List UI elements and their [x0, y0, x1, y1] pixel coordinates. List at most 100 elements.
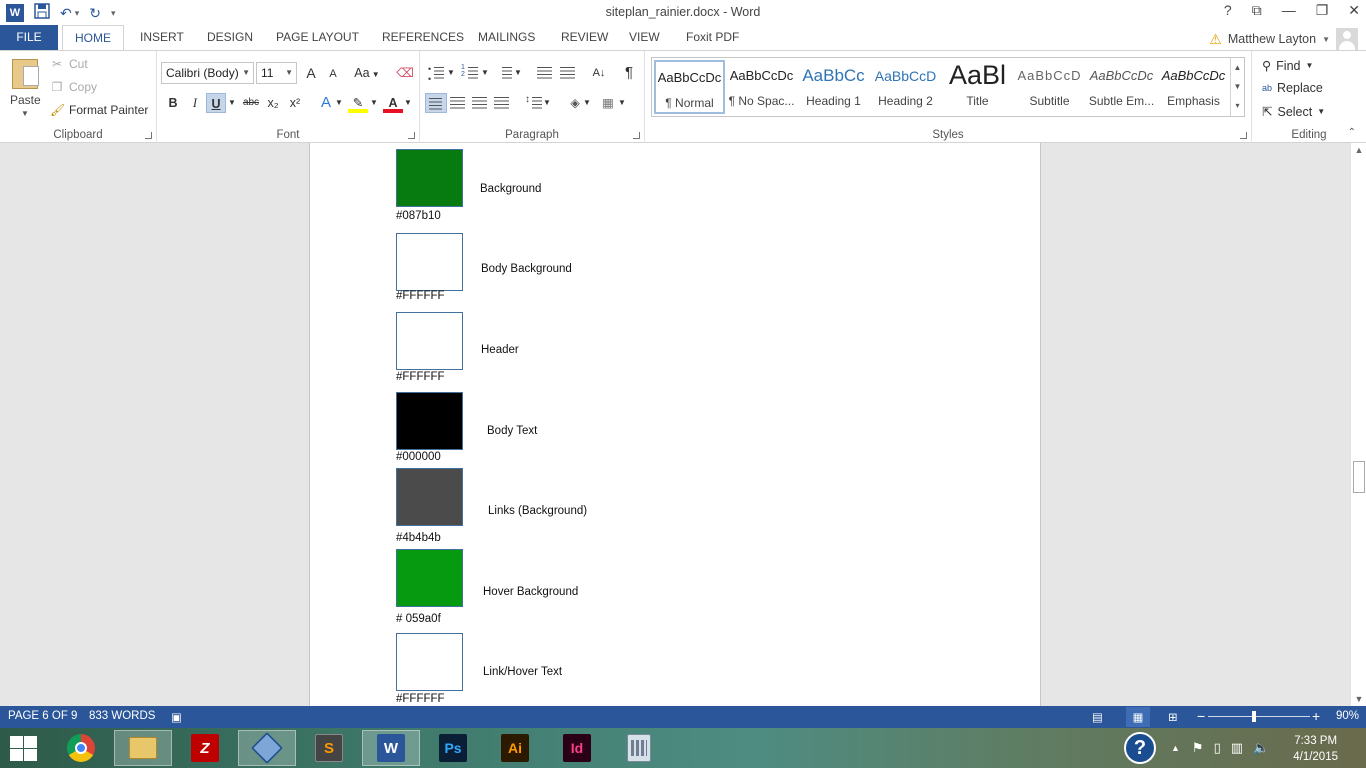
align-right-icon[interactable] [469, 93, 491, 113]
zoom-level[interactable]: 90% [1336, 710, 1359, 722]
minimize-button[interactable]: — [1282, 2, 1296, 19]
cut-button[interactable]: ✂ Cut [50, 57, 88, 71]
replace-button[interactable]: ab Replace [1262, 81, 1323, 95]
network-icon[interactable]: ▥ [1231, 740, 1243, 756]
change-case-button[interactable]: Aa ▼ [353, 63, 381, 83]
chevron-down-icon[interactable]: ▼ [617, 93, 627, 113]
file-explorer-icon[interactable] [114, 730, 172, 766]
tab-foxit-pdf[interactable]: Foxit PDF [686, 25, 739, 50]
sublime-text-icon[interactable]: S [300, 730, 358, 766]
illustrator-icon[interactable]: Ai [486, 730, 544, 766]
paste-dropdown-icon[interactable]: ▼ [21, 109, 29, 118]
calculator-icon[interactable] [610, 730, 668, 766]
grow-font-button[interactable]: A [301, 63, 321, 83]
word-count[interactable]: 833 WORDS [89, 710, 155, 722]
paste-button[interactable]: Paste [10, 93, 41, 107]
print-layout-icon[interactable]: ▦ [1126, 707, 1150, 727]
font-color-button[interactable]: A [383, 93, 403, 113]
collapse-ribbon-icon[interactable]: ⌃ [1348, 127, 1356, 138]
select-button[interactable]: ⇱ Select ▼ [1262, 104, 1325, 120]
style-title[interactable]: AaBl Title [942, 60, 1013, 114]
web-layout-icon[interactable]: ⊞ [1168, 710, 1178, 724]
chevron-down-icon[interactable]: ▼ [542, 93, 552, 113]
scroll-up-icon[interactable]: ▲ [1351, 145, 1366, 155]
strikethrough-button[interactable]: abc [241, 93, 261, 113]
italic-button[interactable]: I [185, 93, 205, 113]
tab-references[interactable]: REFERENCES [382, 25, 464, 50]
scrollbar-thumb[interactable] [1353, 461, 1365, 493]
find-button[interactable]: ⚲ Find ▼ [1262, 58, 1313, 74]
user-account[interactable]: ⚠ Matthew Layton ▼ [1209, 28, 1358, 50]
scroll-down-icon[interactable]: ▼ [1351, 694, 1366, 704]
bold-button[interactable]: B [163, 93, 183, 113]
format-painter-button[interactable]: 🖌 Format Painter [50, 103, 148, 117]
tab-insert[interactable]: INSERT [140, 25, 184, 50]
zoom-slider[interactable] [1208, 716, 1310, 717]
volume-icon[interactable]: 🔈 [1253, 740, 1269, 756]
font-size-dropdown[interactable]: 11 ▼ [256, 62, 297, 84]
maximize-button[interactable]: ❐ [1316, 2, 1329, 19]
read-mode-icon[interactable]: ▤ [1092, 710, 1103, 724]
help-button[interactable]: ? [1224, 2, 1232, 19]
chevron-down-icon[interactable]: ▼ [446, 63, 456, 83]
page-count[interactable]: PAGE 6 OF 9 [8, 710, 77, 722]
sort-icon[interactable]: A↓ [589, 63, 609, 83]
text-effects-button[interactable]: A [316, 93, 336, 113]
indesign-icon[interactable]: Id [548, 730, 606, 766]
justify-icon[interactable] [491, 93, 513, 113]
document-page[interactable]: Background #087b10 Body Background #FFFF… [309, 143, 1041, 706]
clock[interactable]: 7:33 PM 4/1/2015 [1293, 733, 1338, 765]
zoom-slider-thumb[interactable] [1252, 711, 1256, 722]
paragraph-launcher-icon[interactable] [633, 132, 640, 139]
windows-start-icon[interactable] [8, 734, 38, 762]
tab-view[interactable]: VIEW [629, 25, 660, 50]
clipboard-launcher-icon[interactable] [145, 132, 152, 139]
decrease-indent-icon[interactable] [534, 63, 556, 83]
photoshop-icon[interactable]: Ps [424, 730, 482, 766]
chevron-down-icon[interactable]: ▼ [582, 93, 592, 113]
power-icon[interactable]: ▯ [1214, 740, 1221, 756]
chevron-down-icon[interactable]: ▼ [1231, 77, 1244, 96]
tab-review[interactable]: REVIEW [561, 25, 608, 50]
style-subtle-emphasis[interactable]: AaBbCcDc Subtle Em... [1086, 60, 1157, 114]
style-heading-1[interactable]: AaBbCc Heading 1 [798, 60, 869, 114]
show-formatting-button[interactable]: ¶ [619, 63, 639, 83]
chevron-down-icon[interactable]: ▼ [334, 93, 344, 113]
style-normal[interactable]: AaBbCcDc ¶ Normal [654, 60, 725, 114]
tab-page-layout[interactable]: PAGE LAYOUT [276, 25, 359, 50]
highlight-icon[interactable]: ✎ [348, 93, 368, 113]
chevron-down-icon[interactable]: ▼ [513, 63, 523, 83]
word-icon[interactable]: W [362, 730, 420, 766]
tab-home[interactable]: HOME [62, 25, 124, 51]
chrome-icon[interactable] [52, 730, 110, 766]
vertical-scrollbar[interactable]: ▲ ▼ [1350, 143, 1366, 706]
paste-icon[interactable] [12, 59, 39, 89]
borders-icon[interactable]: ▦ [598, 93, 618, 113]
align-center-icon[interactable] [447, 93, 469, 113]
style-no-spacing[interactable]: AaBbCcDc ¶ No Spac... [726, 60, 797, 114]
tab-file[interactable]: FILE [0, 25, 58, 50]
close-button[interactable]: ✕ [1348, 2, 1360, 19]
flag-icon[interactable]: ⚑ [1192, 740, 1204, 756]
zoom-in-button[interactable]: + [1312, 708, 1320, 724]
chevron-down-icon[interactable]: ▼ [403, 93, 413, 113]
align-left-icon[interactable] [425, 93, 447, 113]
style-emphasis[interactable]: AaBbCcDc Emphasis [1158, 60, 1229, 114]
copy-button[interactable]: ❐ Copy [50, 80, 97, 94]
underline-button[interactable]: U [206, 93, 226, 113]
clear-formatting-icon[interactable]: ⌫ [395, 63, 415, 83]
tab-design[interactable]: DESIGN [207, 25, 253, 50]
chevron-down-icon[interactable]: ▼ [480, 63, 490, 83]
show-hidden-icons[interactable]: ▲ [1171, 743, 1180, 753]
zoom-out-button[interactable]: − [1197, 708, 1205, 724]
font-launcher-icon[interactable] [408, 132, 415, 139]
filezilla-icon[interactable]: Z [176, 730, 234, 766]
styles-launcher-icon[interactable] [1240, 132, 1247, 139]
underline-dropdown-icon[interactable]: ▼ [226, 93, 238, 113]
chevron-down-icon[interactable]: ▼ [369, 93, 379, 113]
subscript-button[interactable]: x₂ [263, 93, 283, 113]
virtualbox-icon[interactable] [238, 730, 296, 766]
tab-mailings[interactable]: MAILINGS [478, 25, 535, 50]
ribbon-display-options-button[interactable]: ⧉ [1252, 2, 1262, 19]
shrink-font-button[interactable]: A [323, 64, 343, 84]
